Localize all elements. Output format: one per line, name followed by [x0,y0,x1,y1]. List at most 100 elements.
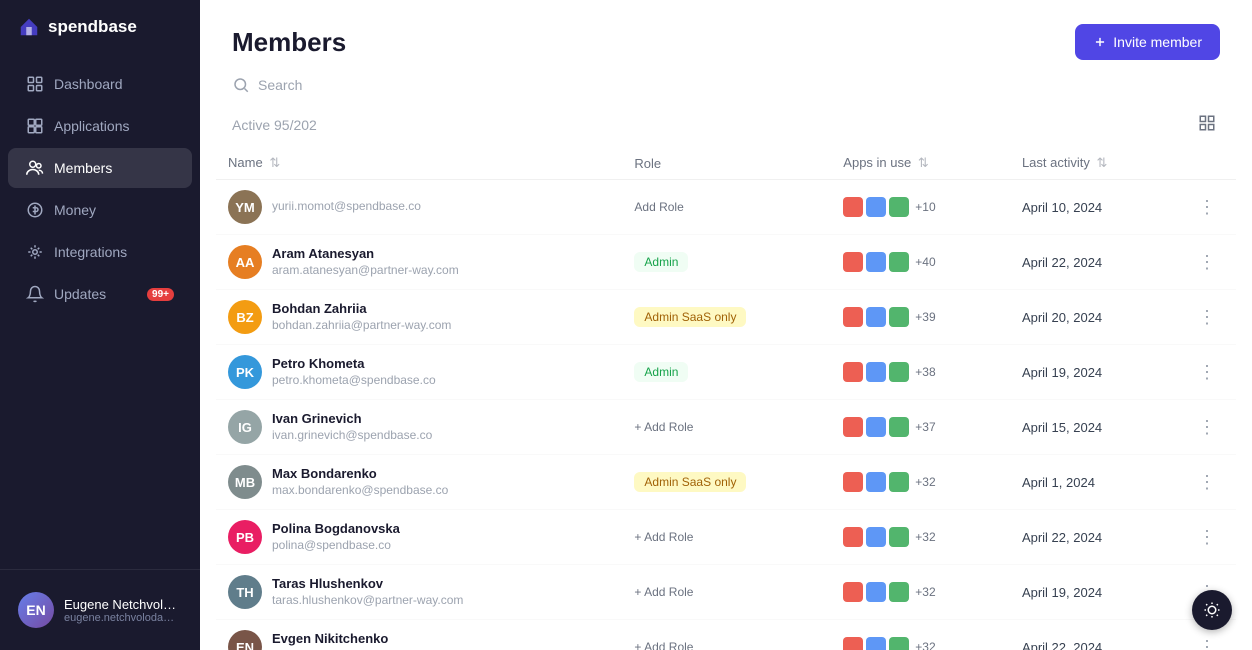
sidebar-item-applications[interactable]: Applications [8,106,192,146]
sidebar-item-money[interactable]: Money [8,190,192,230]
member-name: Ivan Grinevich [272,411,432,428]
member-info: Taras Hlushenkov taras.hlushenkov@partne… [272,576,463,608]
role-cell: + Add Role [622,565,831,620]
app-icon-0 [843,637,863,650]
app-icon-1 [866,307,886,327]
role-badge: Admin [634,362,688,382]
applications-icon [26,117,44,135]
apps-cell-wrapper: +10 [843,197,998,217]
add-role-button[interactable]: + Add Role [634,585,693,599]
row-more-button[interactable]: ⋮ [1190,469,1224,495]
row-more-button[interactable]: ⋮ [1190,414,1224,440]
apps-count: +32 [915,530,935,544]
member-cell: AA Aram Atanesyan aram.atanesyan@partner… [228,245,610,279]
row-more-button[interactable]: ⋮ [1190,524,1224,550]
table-row: TH Taras Hlushenkov taras.hlushenkov@par… [216,565,1236,620]
table-row: YM yurii.momot@spendbase.co Add Role +10… [216,180,1236,235]
col-actions [1178,147,1236,180]
dark-mode-button[interactable] [1192,590,1232,630]
sidebar-item-updates-label: Updates [54,286,106,302]
apps-cell-wrapper: +39 [843,307,998,327]
actions-cell: ⋮ [1178,455,1236,510]
grid-icon [1198,114,1216,132]
member-email: bohdan.zahriia@partner-way.com [272,318,451,334]
row-more-button[interactable]: ⋮ [1190,249,1224,275]
member-avatar: YM [228,190,262,224]
actions-cell: ⋮ [1178,345,1236,400]
apps-cell-wrapper: +38 [843,362,998,382]
member-name: Polina Bogdanovska [272,521,400,538]
user-profile[interactable]: EN Eugene Netchvoloda eugene.netchvoloda… [8,582,192,638]
row-more-button[interactable]: ⋮ [1190,634,1224,650]
plus-icon [1093,35,1107,49]
role-cell: Admin SaaS only [622,455,831,510]
role-badge: Admin SaaS only [634,472,746,492]
apps-cell: +40 [831,235,1010,290]
app-icon-1 [866,527,886,547]
app-icon-2 [889,527,909,547]
apps-count: +32 [915,640,935,650]
apps-count: +38 [915,365,935,379]
sidebar: spendbase Dashboard Applications Member [0,0,200,650]
apps-cell: +39 [831,290,1010,345]
col-role: Role [622,147,831,180]
main-content: Members Invite member Active 95/202 [200,0,1252,650]
member-avatar: PB [228,520,262,554]
apps-cell-wrapper: +32 [843,582,998,602]
row-more-button[interactable]: ⋮ [1190,194,1224,220]
row-more-button[interactable]: ⋮ [1190,304,1224,330]
name-cell: YM yurii.momot@spendbase.co [216,180,622,235]
sun-icon [1203,601,1221,619]
sidebar-item-integrations-label: Integrations [54,244,127,260]
member-name: Aram Atanesyan [272,246,459,263]
member-name: Evgen Nikitchenko [272,631,469,648]
table-row: MB Max Bondarenko max.bondarenko@spendba… [216,455,1236,510]
active-bar: Active 95/202 [200,102,1252,139]
sidebar-item-applications-label: Applications [54,118,130,134]
member-avatar: BZ [228,300,262,334]
add-role-button[interactable]: + Add Role [634,420,693,434]
search-input[interactable] [258,77,478,93]
invite-member-button[interactable]: Invite member [1075,24,1220,60]
app-icon-2 [889,582,909,602]
grid-view-button[interactable] [1194,110,1220,139]
role-cell: Admin [622,345,831,400]
app-icon-0 [843,472,863,492]
last-activity-cell: April 19, 2024 [1010,345,1178,400]
member-email: yurii.momot@spendbase.co [272,199,421,215]
col-activity[interactable]: Last activity ⇅ [1010,147,1178,180]
add-role-button[interactable]: + Add Role [634,640,693,650]
app-icon-1 [866,637,886,650]
role-badge: Admin SaaS only [634,307,746,327]
last-activity-cell: April 1, 2024 [1010,455,1178,510]
sidebar-item-integrations[interactable]: Integrations [8,232,192,272]
col-name[interactable]: Name ⇅ [216,147,622,180]
member-info: yurii.momot@spendbase.co [272,199,421,215]
sidebar-nav: Dashboard Applications Members Money [0,54,200,569]
sidebar-item-dashboard[interactable]: Dashboard [8,64,192,104]
member-name: Max Bondarenko [272,466,448,483]
add-role-button[interactable]: Add Role [634,200,683,214]
sidebar-item-members-label: Members [54,160,112,176]
member-info: Max Bondarenko max.bondarenko@spendbase.… [272,466,448,498]
role-cell: Admin SaaS only [622,290,831,345]
member-cell: YM yurii.momot@spendbase.co [228,190,610,224]
row-more-button[interactable]: ⋮ [1190,359,1224,385]
app-icon-1 [866,582,886,602]
active-label: Active 95/202 [232,117,317,133]
member-cell: EN Evgen Nikitchenko evgen.nikitchenko@p… [228,630,610,650]
sidebar-item-updates[interactable]: Updates 99+ [8,274,192,314]
user-info: Eugene Netchvoloda eugene.netchvoloda@..… [64,597,182,624]
actions-cell: ⋮ [1178,180,1236,235]
sort-activity-icon: ⇅ [1096,155,1107,171]
col-apps[interactable]: Apps in use ⇅ [831,147,1010,180]
sidebar-item-members[interactable]: Members [8,148,192,188]
app-icon-0 [843,527,863,547]
page-title: Members [232,27,346,58]
active-text: Active [232,117,270,133]
member-info: Aram Atanesyan aram.atanesyan@partner-wa… [272,246,459,278]
member-cell: BZ Bohdan Zahriia bohdan.zahriia@partner… [228,300,610,334]
name-cell: PB Polina Bogdanovska polina@spendbase.c… [216,510,622,565]
add-role-button[interactable]: + Add Role [634,530,693,544]
apps-cell-wrapper: +37 [843,417,998,437]
